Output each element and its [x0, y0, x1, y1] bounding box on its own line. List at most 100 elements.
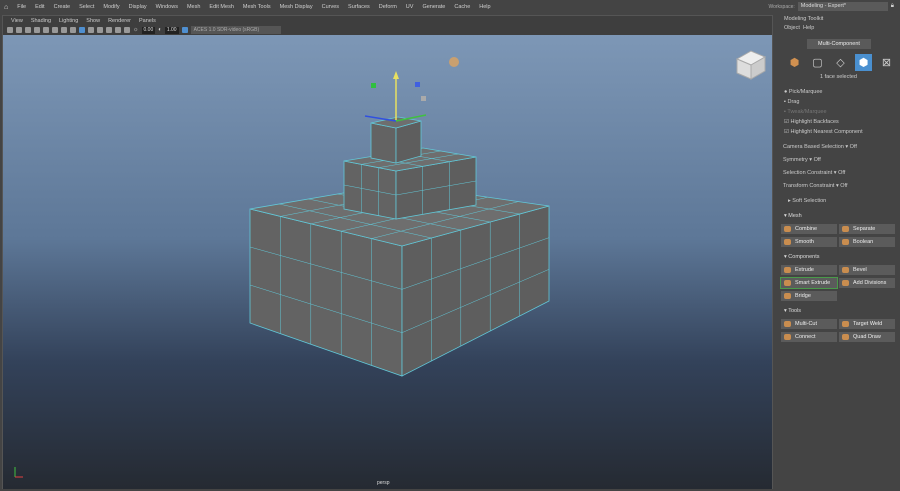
separate-icon	[842, 226, 849, 232]
boolean-button[interactable]: Boolean	[839, 237, 895, 247]
menu-display[interactable]: Display	[129, 4, 147, 10]
checkbox-highlight-nearest[interactable]: ☑ Highlight Nearest Component	[784, 129, 863, 135]
checkbox-highlight-backfaces[interactable]: ☑ Highlight Backfaces	[784, 119, 839, 125]
color-management-icon[interactable]	[181, 27, 188, 33]
vertex-mode-icon[interactable]: ▢	[809, 54, 826, 71]
multi-component-button[interactable]: Multi-Component	[807, 39, 871, 49]
extrude-button[interactable]: Extrude	[781, 265, 837, 275]
multi-cut-button[interactable]: Multi-Cut	[781, 319, 837, 329]
plane-handle-icon	[415, 82, 420, 87]
bridge-icon	[784, 293, 791, 299]
exposure-field[interactable]: 0.00	[141, 26, 156, 34]
combine-button[interactable]: Combine	[781, 224, 837, 234]
modeling-toolkit-panel: Modeling Toolkit Object Help Multi-Compo…	[776, 14, 900, 491]
menu-uv[interactable]: UV	[406, 4, 414, 10]
lights-icon[interactable]	[97, 27, 103, 33]
connect-button[interactable]: Connect	[781, 332, 837, 342]
dropdown-transform-constraint[interactable]: Transform Constraint ▾ Off	[783, 183, 848, 189]
viewport-menu-panels[interactable]: Panels	[139, 18, 156, 24]
workspace-label: Workspace:	[768, 3, 795, 10]
image-plane-icon[interactable]	[34, 27, 40, 33]
separate-button[interactable]: Separate	[839, 224, 895, 234]
menu-curves[interactable]: Curves	[322, 4, 339, 10]
smart-extrude-button[interactable]: Smart Extrude	[780, 277, 838, 289]
section-tools[interactable]: ▾ Tools	[784, 308, 801, 314]
soft-selection-toggle[interactable]: ▸ Soft Selection	[788, 198, 826, 204]
xray-icon[interactable]	[124, 27, 130, 33]
workspace-selector[interactable]: Workspace: Modeling - Expert* 🔒︎	[768, 2, 894, 11]
menu-deform[interactable]: Deform	[379, 4, 397, 10]
menu-cache[interactable]: Cache	[454, 4, 470, 10]
move-y-arrow-icon	[393, 71, 399, 79]
color-space-dropdown[interactable]: ACES 1.0 SDR-video (sRGB)	[190, 26, 281, 34]
smooth-button[interactable]: Smooth	[781, 237, 837, 247]
menu-generate[interactable]: Generate	[422, 4, 445, 10]
workspace-dropdown[interactable]: Modeling - Expert*	[797, 2, 888, 11]
menu-create[interactable]: Create	[54, 4, 71, 10]
radio-drag[interactable]: ▪ Drag	[784, 99, 799, 105]
viewport-menu-renderer[interactable]: Renderer	[108, 18, 131, 24]
menu-mesh-tools[interactable]: Mesh Tools	[243, 4, 271, 10]
dropdown-symmetry[interactable]: Symmetry ▾ Off	[783, 157, 821, 163]
face-mode-icon[interactable]: ⬢	[855, 54, 872, 71]
object-mode-icon[interactable]: ⬢	[786, 54, 803, 71]
menu-windows[interactable]: Windows	[156, 4, 178, 10]
pivot-icon	[449, 57, 459, 67]
viewport-menu-show[interactable]: Show	[86, 18, 100, 24]
bevel-icon	[842, 267, 849, 273]
lock-icon[interactable]: 🔒︎	[891, 3, 894, 10]
viewport-menu-shading[interactable]: Shading	[31, 18, 51, 24]
smooth-shade-icon[interactable]	[79, 27, 85, 33]
toolkit-title: Modeling Toolkit	[784, 16, 824, 22]
menu-edit-mesh[interactable]: Edit Mesh	[209, 4, 233, 10]
wireframe-icon[interactable]	[70, 27, 76, 33]
radio-pick-marquee[interactable]: ● Pick/Marquee	[784, 89, 823, 95]
connect-icon	[784, 334, 791, 340]
uv-mode-icon[interactable]: ⊠	[878, 54, 895, 71]
extrude-icon	[784, 267, 791, 273]
section-mesh[interactable]: ▾ Mesh	[784, 213, 802, 219]
viewport-menu-lighting[interactable]: Lighting	[59, 18, 78, 24]
textured-icon[interactable]	[88, 27, 94, 33]
exposure-icon: ☼	[133, 27, 139, 33]
bevel-button[interactable]: Bevel	[839, 265, 895, 275]
menu-help[interactable]: Help	[803, 25, 814, 31]
mesh-scene[interactable]	[3, 35, 772, 489]
menu-mesh-display[interactable]: Mesh Display	[280, 4, 313, 10]
grid-icon[interactable]	[43, 27, 49, 33]
menu-mesh[interactable]: Mesh	[187, 4, 200, 10]
add-divisions-icon	[842, 280, 849, 286]
menu-file[interactable]: File	[17, 4, 26, 10]
camera-attr-icon[interactable]	[16, 27, 22, 33]
select-camera-icon[interactable]	[7, 27, 13, 33]
shadows-icon[interactable]	[106, 27, 112, 33]
radio-tweak-marquee[interactable]: ▪ Tweak/Marquee	[784, 109, 827, 115]
viewport-menu-view[interactable]: View	[11, 18, 23, 24]
add-divisions-button[interactable]: Add Divisions	[839, 278, 895, 288]
section-components[interactable]: ▾ Components	[784, 254, 819, 260]
dropdown-camera-based-selection[interactable]: Camera Based Selection ▾ Off	[783, 144, 857, 150]
menu-edit[interactable]: Edit	[35, 4, 44, 10]
3d-viewport[interactable]: persp	[3, 35, 772, 489]
film-gate-icon[interactable]	[52, 27, 58, 33]
gamma-field[interactable]: 1.00	[164, 26, 179, 34]
menu-help[interactable]: Help	[479, 4, 490, 10]
menu-modify[interactable]: Modify	[103, 4, 119, 10]
edge-mode-icon[interactable]: ◇	[832, 54, 849, 71]
dropdown-selection-constraint[interactable]: Selection Constraint ▾ Off	[783, 170, 845, 176]
bridge-button[interactable]: Bridge	[781, 291, 837, 301]
isolate-icon[interactable]	[115, 27, 121, 33]
quad-draw-button[interactable]: Quad Draw	[839, 332, 895, 342]
gamma-icon: ◐	[158, 27, 162, 33]
plane-handle-icon	[371, 83, 376, 88]
viewport-toolbar: ☼ 0.00 ◐ 1.00 ACES 1.0 SDR-video (sRGB)	[3, 25, 772, 35]
combine-icon	[784, 226, 791, 232]
menu-select[interactable]: Select	[79, 4, 94, 10]
bookmark-icon[interactable]	[25, 27, 31, 33]
target-weld-button[interactable]: Target Weld	[839, 319, 895, 329]
smooth-icon	[784, 239, 791, 245]
resolution-gate-icon[interactable]	[61, 27, 67, 33]
viewport-panel: View Shading Lighting Show Renderer Panels ☼ …	[2, 15, 773, 489]
menu-object[interactable]: Object	[784, 25, 800, 31]
menu-surfaces[interactable]: Surfaces	[348, 4, 370, 10]
